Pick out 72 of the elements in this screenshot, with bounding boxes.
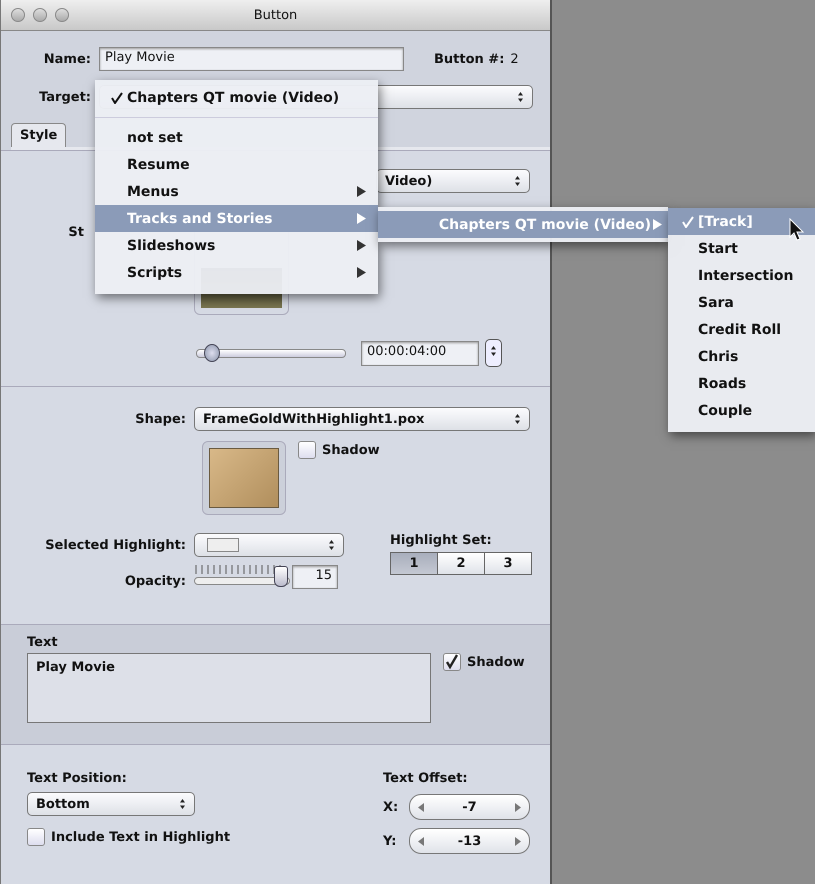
menu-item[interactable]: Chapters QT movie (Video) [95,84,378,111]
menu-item[interactable]: Menus [95,178,378,205]
menu-item[interactable]: Start [668,235,815,262]
stepper-icon [514,175,521,187]
highlight-popup[interactable] [194,533,344,557]
section-title: Text [27,635,59,650]
offset-stepper[interactable]: -13 [409,828,530,854]
shape-popup[interactable]: FrameGoldWithHighlight1.pox [194,407,530,431]
field-label: X: [383,800,400,814]
menu-item[interactable]: Resume [95,151,378,178]
asset-popup[interactable]: Video) [376,169,530,193]
checkmark-icon [111,92,123,104]
offset-stepper[interactable]: -7 [409,794,530,820]
zoom-icon[interactable] [55,8,69,22]
shadow-checkbox[interactable]: Shadow [298,441,380,459]
menu-item[interactable]: Chris [668,343,815,370]
shadow-checkbox[interactable]: Shadow [443,653,525,671]
stepper-icon [490,345,497,357]
include-text-checkbox[interactable]: Include Text in Highlight [27,828,230,846]
segment-button[interactable]: 1 [391,553,437,574]
opacity-slider[interactable] [194,565,290,589]
menu-item[interactable]: Scripts [95,259,378,286]
menu-item[interactable]: Roads [668,370,815,397]
field-label: Opacity: [124,574,187,589]
field-label: Y: [383,834,398,848]
minimize-icon[interactable] [33,8,47,22]
field-label: Name: [42,52,92,66]
stepper-icon [514,413,521,425]
segment-button[interactable]: 2 [437,553,484,574]
menu-item[interactable]: Slideshows [95,232,378,259]
close-icon[interactable] [11,8,25,22]
window-title: Button [254,8,298,22]
field-label: Target: [38,90,92,104]
stepper-icon [517,91,524,103]
field-label: Selected Highlight: [44,538,187,552]
slider-thumb[interactable] [274,566,288,587]
slider-track[interactable] [196,344,346,362]
menu-item[interactable]: Couple [668,397,815,424]
field-label: Shape: [134,412,187,426]
menu-item[interactable]: Intersection [668,262,815,289]
checkmark-icon [682,216,694,228]
field-label: Highlight Set: [390,533,493,548]
opacity-field[interactable]: 15 [292,565,338,589]
color-swatch [207,538,239,552]
increment-arrow-icon[interactable] [514,802,521,812]
text-position-popup[interactable]: Bottom [27,792,195,816]
text-field[interactable]: Play Movie [27,653,431,723]
decrement-arrow-icon[interactable] [418,836,424,846]
submenu-arrow-icon [357,186,366,197]
segment-button[interactable]: 3 [484,553,531,574]
submenu-arrow-icon [653,219,662,230]
stepper-button[interactable] [485,339,502,367]
tab[interactable]: Style [11,123,66,147]
field-label: Text Offset: [383,771,469,786]
field-label: Text Position: [27,771,128,786]
menu-item[interactable]: Credit Roll [668,316,815,343]
cursor-icon [789,218,805,242]
timecode-field[interactable]: 00:00:04:00 [361,340,479,366]
name-field[interactable]: Play Movie [99,47,404,71]
decrement-arrow-icon[interactable] [418,802,424,812]
stepper-icon [328,539,335,551]
increment-arrow-icon[interactable] [515,836,521,846]
field-label: St [67,225,84,240]
submenu-arrow-icon [357,213,366,224]
stepper-icon [179,798,186,810]
button-number: 2 [510,52,519,66]
submenu-arrow-icon [357,240,366,251]
menu-item[interactable]: Sara [668,289,815,316]
slider-thumb[interactable] [204,344,220,362]
menu-item[interactable]: not set [95,124,378,151]
submenu-arrow-icon [357,267,366,278]
field-label: Button #: [434,52,504,66]
